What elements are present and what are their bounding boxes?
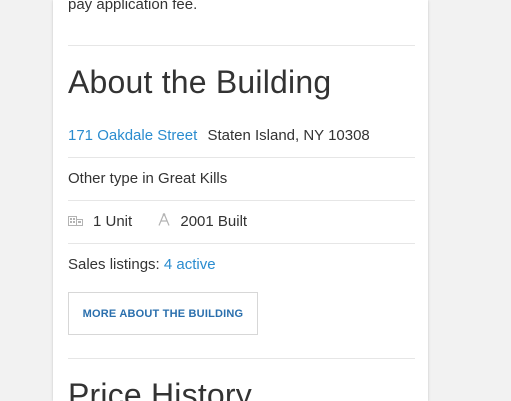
city-state-zip: Staten Island, NY 10308 (207, 127, 370, 144)
sales-listings-label: Sales listings: (68, 256, 160, 273)
sales-listings-row: Sales listings: 4 active (68, 255, 415, 275)
built-label: 2001 Built (180, 213, 248, 230)
listing-card: pay application fee. About the Building … (53, 0, 428, 401)
divider (68, 200, 415, 201)
more-about-building-button[interactable]: MORE ABOUT THE BUILDING (68, 292, 258, 335)
building-stats-row: 1 Unit 2001 Built (68, 212, 415, 232)
architect-icon (158, 212, 180, 232)
price-history-heading: Price History (68, 377, 252, 401)
building-icon (68, 212, 93, 232)
units-stat: 1 Unit (68, 212, 132, 232)
fee-text: pay application fee. (68, 0, 198, 13)
divider (68, 358, 415, 359)
about-building-heading: About the Building (68, 64, 332, 100)
units-label: 1 Unit (93, 213, 133, 230)
address-row: 171 Oakdale Street Staten Island, NY 103… (68, 126, 415, 146)
divider (68, 45, 415, 46)
active-listings-link[interactable]: 4 active (164, 256, 216, 273)
street-link[interactable]: 171 Oakdale Street (68, 127, 197, 144)
built-stat: 2001 Built (158, 212, 247, 232)
building-type-text: Other type in Great Kills (68, 170, 228, 187)
divider (68, 243, 415, 244)
divider (68, 157, 415, 158)
